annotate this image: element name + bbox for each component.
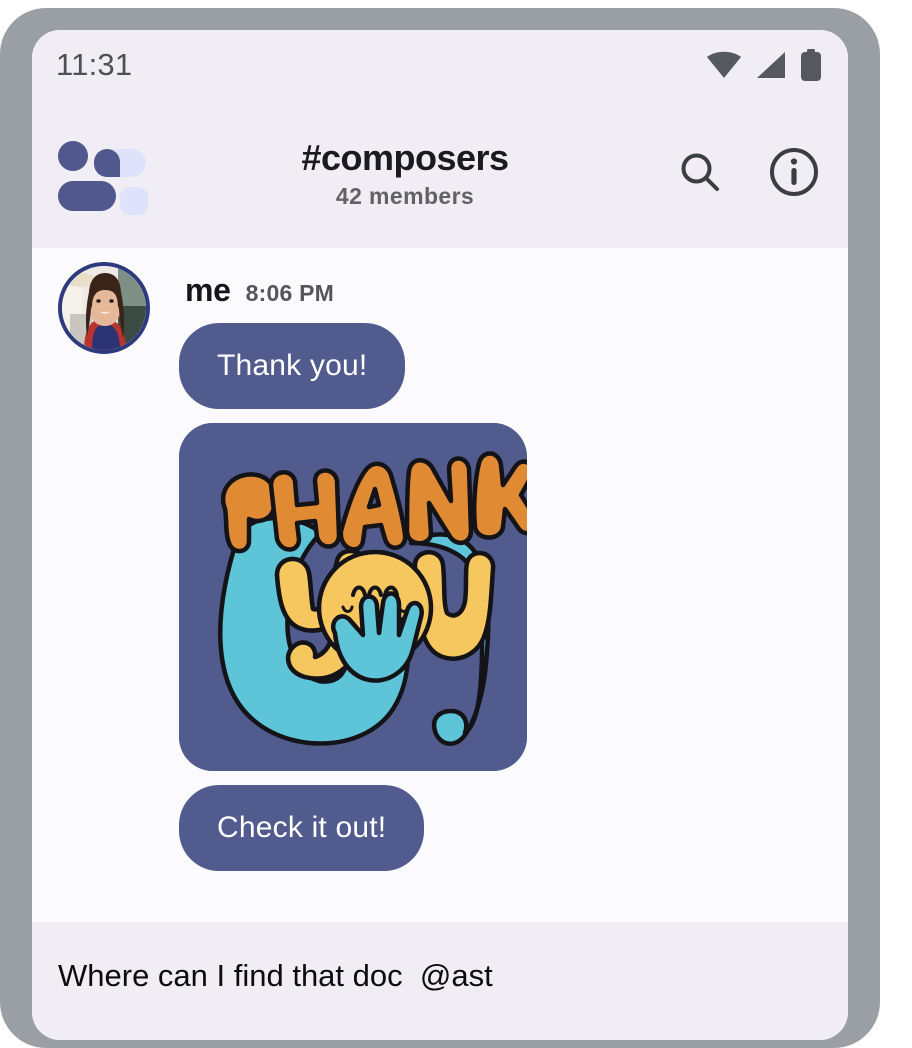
phone-frame: 11:31 #composers 42 members me 8:06 PM T…: [0, 8, 880, 1048]
channel-header: #composers 42 members: [32, 100, 848, 248]
message-column: me 8:06 PM Thank you! Check it out!: [150, 262, 848, 871]
logo-wedge-shape: [94, 149, 120, 177]
status-bar-clock: 11:31: [56, 47, 133, 82]
header-actions: [676, 146, 826, 203]
logo-circle-shape: [58, 141, 88, 171]
message-bubble-text[interactable]: Thank you!: [179, 323, 406, 409]
cellular-signal-icon: [756, 51, 786, 79]
channel-title-block[interactable]: #composers 42 members: [138, 138, 676, 211]
channel-member-count: 42 members: [335, 183, 475, 210]
logo-pill-dark-shape: [58, 181, 116, 211]
message-input[interactable]: Where can I find that doc @ast: [58, 958, 818, 994]
message-composer[interactable]: Where can I find that doc @ast: [32, 922, 848, 1040]
search-icon[interactable]: [676, 148, 724, 201]
app-logo[interactable]: [58, 141, 148, 215]
message-sender-name: me: [185, 272, 231, 308]
wifi-icon: [706, 51, 742, 79]
message-bubble-text-2[interactable]: Check it out!: [179, 785, 425, 871]
message-meta: me 8:06 PM: [179, 272, 848, 309]
message-bubble-sticker[interactable]: [179, 423, 527, 771]
thank-you-sticker-image: [179, 423, 527, 771]
message-group: me 8:06 PM Thank you! Check it out!: [32, 262, 848, 871]
message-timestamp: 8:06 PM: [245, 280, 334, 306]
message-list[interactable]: me 8:06 PM Thank you! Check it out!: [32, 248, 848, 922]
avatar-photo: [62, 266, 146, 350]
status-bar-icons: [706, 49, 822, 81]
avatar[interactable]: [58, 262, 150, 354]
phone-screen: 11:31 #composers 42 members me 8:06 PM T…: [32, 30, 848, 1040]
battery-icon: [800, 49, 822, 81]
channel-name: #composers: [301, 136, 509, 178]
logo-square-light-shape: [120, 187, 148, 215]
status-bar: 11:31: [32, 30, 848, 100]
info-icon[interactable]: [768, 146, 820, 203]
